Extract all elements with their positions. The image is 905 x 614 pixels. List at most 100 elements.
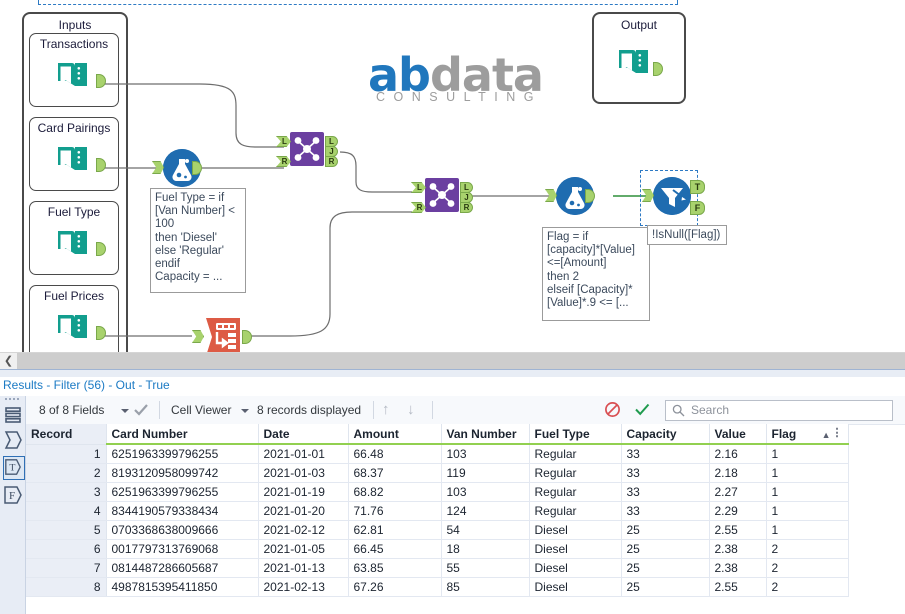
col-header-date[interactable]: Date [258,424,349,445]
input-tool-transactions[interactable]: Transactions [29,33,119,107]
cell-flag: 1 [766,501,849,521]
input-anchor[interactable] [192,330,204,343]
cell-capacity: 25 [621,520,710,540]
table-row[interactable]: 5 0703368638009666 2021-02-12 62.81 54 D… [26,520,849,540]
cell-fuel-type: Diesel [529,577,622,597]
input-tool-fuel-type[interactable]: Fuel Type [29,201,119,275]
join-tool-2[interactable] [425,178,459,212]
col-header-record[interactable]: Record [26,424,107,445]
scroll-left-arrow[interactable]: ❮ [0,353,17,370]
search-placeholder: Search [691,403,730,417]
join-anchor-left[interactable]: L [276,136,291,147]
cell-record: 4 [26,501,107,521]
toolbar-divider [432,401,433,419]
rail-false-anchor-icon[interactable]: F [3,484,23,506]
cell-amount: 68.82 [348,482,442,502]
col-header-flag-label: Flag [771,426,797,441]
output-anchor[interactable] [96,158,106,172]
table-body: 1 6251963399796255 2021-01-01 66.48 103 … [26,444,849,597]
table-row[interactable]: 4 8344190579338434 2021-01-20 71.76 124 … [26,501,849,521]
input-tool-fuel-prices[interactable]: Fuel Prices [29,285,119,352]
col-header-flag[interactable]: Flag ▲ ⋮ [766,424,849,445]
cell-flag: 1 [766,520,849,540]
rail-true-anchor-icon[interactable]: T [3,456,25,480]
table-row[interactable]: 7 0814487286605687 2021-01-13 63.85 55 D… [26,558,849,578]
cell-amount: 66.48 [348,444,442,464]
filter-tool[interactable] [653,177,691,215]
cell-record: 6 [26,539,107,559]
table-row[interactable]: 8 4987815395411850 2021-02-13 67.26 85 D… [26,577,849,597]
output-anchor[interactable] [96,242,106,256]
scrollbar-thumb[interactable] [17,353,905,370]
cell-van-number: 18 [441,539,530,559]
cell-date: 2021-01-01 [258,444,349,464]
col-header-van-number[interactable]: Van Number [441,424,530,445]
alteryx-designer-window: Inputs Transactions Card Pairings Fuel T… [0,0,905,614]
join-output-right[interactable]: R [460,202,473,213]
cell-fuel-type: Diesel [529,558,622,578]
records-displayed-label: 8 records displayed [257,403,362,417]
cell-record: 5 [26,520,107,540]
col-header-fuel-type[interactable]: Fuel Type [529,424,622,445]
cell-amount: 66.45 [348,539,442,559]
checkmark-icon[interactable] [634,401,651,423]
col-header-capacity[interactable]: Capacity [621,424,710,445]
filter-anchor-false[interactable]: F [690,201,705,215]
cell-card-number: 6251963399796255 [106,482,259,502]
results-table[interactable]: Record Card Number Date Amount Van Numbe… [26,424,849,597]
results-grid-container: 8 of 8 Fields Cell Viewer 8 records disp… [26,396,905,614]
cell-fuel-type: Regular [529,501,622,521]
output-anchor[interactable] [96,326,106,340]
cell-capacity: 33 [621,463,710,483]
fields-selector-caret[interactable] [121,409,129,413]
cell-value: 2.55 [709,577,767,597]
transpose-tool[interactable] [204,318,242,352]
cell-record: 1 [26,444,107,464]
workflow-canvas[interactable]: Inputs Transactions Card Pairings Fuel T… [0,0,905,352]
cell-viewer-caret[interactable] [241,409,249,413]
sort-ascending-icon[interactable]: ▲ [822,430,831,440]
fields-selector-label[interactable]: 8 of 8 Fields [39,403,104,417]
tool-container-inputs-title: Inputs [58,18,92,32]
formula-tool-1-annotation: Fuel Type = if [Van Number] < 100 then '… [150,188,246,293]
join-tool-1[interactable] [290,132,324,166]
fields-check-icon[interactable] [133,402,149,423]
output-data-icon[interactable] [615,42,655,82]
input-tool-fuel-type-label: Fuel Type [47,205,101,219]
results-anchor-rail[interactable]: T F [0,396,26,614]
no-entry-icon[interactable] [604,401,621,423]
join-anchor-right[interactable]: R [411,202,426,213]
table-row[interactable]: 3 6251963399796255 2021-01-19 68.82 103 … [26,482,849,502]
cell-flag: 1 [766,482,849,502]
canvas-horizontal-scrollbar[interactable]: ❮ [0,352,905,370]
rail-data-view-icon[interactable] [3,404,23,426]
output-anchor[interactable] [96,74,106,88]
cell-amount: 63.85 [348,558,442,578]
table-row[interactable]: 6 0017797313769068 2021-01-05 66.45 18 D… [26,539,849,559]
search-input[interactable]: Search [665,400,893,421]
cell-value: 2.38 [709,558,767,578]
scroll-up-arrow-icon[interactable]: ↑ [382,401,390,418]
cell-viewer-label[interactable]: Cell Viewer [171,403,231,417]
table-row[interactable]: 1 6251963399796255 2021-01-01 66.48 103 … [26,444,849,464]
cell-amount: 68.37 [348,463,442,483]
cell-fuel-type: Regular [529,444,622,464]
join-anchor-left[interactable]: L [411,182,426,193]
filter-anchor-true[interactable]: T [690,180,705,194]
output-anchor[interactable] [242,330,252,344]
join-anchor-right[interactable]: R [276,156,291,167]
col-header-value[interactable]: Value [709,424,767,445]
col-header-amount[interactable]: Amount [348,424,442,445]
join-output-right[interactable]: R [325,156,338,167]
input-tool-card-pairings-label: Card Pairings [37,121,111,135]
cell-van-number: 103 [441,444,530,464]
rail-sigma-anchor-icon[interactable] [3,429,23,451]
scroll-down-arrow-icon[interactable]: ↓ [407,401,415,418]
rail-grip-icon [5,398,21,402]
cell-card-number: 0017797313769068 [106,539,259,559]
table-row[interactable]: 2 8193120958099742 2021-01-03 68.37 119 … [26,463,849,483]
column-options-icon[interactable]: ⋮ [832,427,843,439]
input-tool-card-pairings[interactable]: Card Pairings [29,117,119,191]
col-header-card-number[interactable]: Card Number [106,424,259,445]
cell-record: 3 [26,482,107,502]
